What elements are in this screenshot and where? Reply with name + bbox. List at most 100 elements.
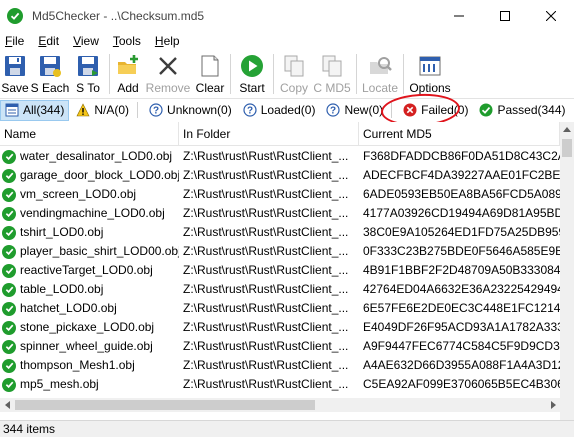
cell-md5: E4049DF26F95ACD93A1A1782A3335... xyxy=(363,320,560,334)
options-icon xyxy=(417,53,443,79)
vertical-scrollbar[interactable] xyxy=(560,122,574,420)
passed-check-icon xyxy=(2,225,16,240)
filter-unknown[interactable]: ? Unknown(0) xyxy=(145,100,236,121)
cell-md5: 4177A03926CD19494A69D81A95BD8... xyxy=(363,206,560,220)
copy-label: Copy xyxy=(279,81,308,95)
cell-name: vendingmachine_LOD0.obj xyxy=(0,204,179,223)
table-row[interactable]: mp5_mesh.obj Z:\Rust\rust\Rust\RustClient… xyxy=(0,375,560,394)
minimize-button[interactable] xyxy=(436,0,482,31)
filter-new-label: New(0) xyxy=(344,103,384,117)
check-icon xyxy=(479,103,493,117)
window-title: Md5Checker - ..\Checksum.md5 xyxy=(32,8,205,23)
question-icon: ? xyxy=(326,103,341,117)
close-button[interactable] xyxy=(528,0,574,31)
menu-file-rest: ile xyxy=(12,33,25,48)
menu-view[interactable]: View xyxy=(70,34,102,48)
save-to-button[interactable]: S To xyxy=(70,50,106,98)
cell-name: spinner_wheel_guide.obj xyxy=(0,337,179,356)
cell-name: vm_screen_LOD0.obj xyxy=(0,185,179,204)
file-name: thompson_Mesh1.obj xyxy=(20,358,135,372)
cell-folder: Z:\Rust\rust\Rust\RustClient_... xyxy=(183,244,349,258)
scroll-left-arrow-icon[interactable] xyxy=(0,398,14,412)
menu-edit[interactable]: Edit xyxy=(35,34,62,48)
save-button[interactable]: Save xyxy=(0,50,30,98)
menu-help-accel: H xyxy=(154,33,164,48)
cell-md5: 42764ED04A6632E36A2322542949424... xyxy=(363,282,560,296)
file-name: tshirt_LOD0.obj xyxy=(20,225,104,239)
table-row[interactable]: tshirt_LOD0.obj Z:\Rust\rust\Rust\RustCli… xyxy=(0,223,560,242)
cell-md5: A9F9447FEC6774C584C5F9D9CD3F1... xyxy=(363,339,560,353)
copy-icon xyxy=(281,53,307,79)
cell-folder: Z:\Rust\rust\Rust\RustClient_... xyxy=(183,225,349,239)
cell-name: tshirt_LOD0.obj xyxy=(0,223,179,242)
table-body: water_desalinator_LOD0.obj Z:\Rust\rust\R… xyxy=(0,147,560,413)
filter-loaded[interactable]: ? Loaded(0) xyxy=(239,100,320,121)
file-name: stone_pickaxe_LOD0.obj xyxy=(20,320,155,334)
cell-md5: 6ADE0593EB50EA8BA56FCD5A0891... xyxy=(363,187,560,201)
cell-name: garage_door_block_LOD0.obj xyxy=(0,166,179,185)
clear-button[interactable]: Clear xyxy=(193,50,227,98)
passed-check-icon xyxy=(2,187,16,202)
horizontal-scrollbar[interactable] xyxy=(0,398,560,412)
question-icon: ? xyxy=(243,103,257,117)
cell-md5: C5EA92AF099E3706065B5EC4B3069... xyxy=(363,377,560,391)
vertical-scroll-thumb[interactable] xyxy=(562,139,572,157)
filter-na[interactable]: N/A(0) xyxy=(72,100,142,121)
table-row[interactable]: reactiveTarget_LOD0.obj Z:\Rust\rust\Rust… xyxy=(0,261,560,280)
add-label: Add xyxy=(117,81,139,95)
passed-check-icon xyxy=(2,339,16,354)
remove-button[interactable]: Remove xyxy=(143,50,193,98)
table-row[interactable]: hatchet_LOD0.obj Z:\Rust\rust\Rust\RustCl… xyxy=(0,299,560,318)
locate-label: Locate xyxy=(361,81,399,95)
filter-passed[interactable]: Passed(344) xyxy=(475,100,569,121)
cell-folder: Z:\Rust\rust\Rust\RustClient_... xyxy=(183,320,349,334)
table-row[interactable]: garage_door_block_LOD0.obj Z:\Rust\rust\R… xyxy=(0,166,560,185)
passed-check-icon xyxy=(2,320,16,335)
file-name: reactiveTarget_LOD0.obj xyxy=(20,263,153,277)
column-header-folder[interactable]: In Folder xyxy=(179,122,359,146)
menu-tools[interactable]: Tools xyxy=(110,34,144,48)
menu-view-rest: iew xyxy=(80,33,99,48)
cell-folder: Z:\Rust\rust\Rust\RustClient_... xyxy=(183,168,349,182)
passed-check-icon xyxy=(2,206,16,221)
cell-name: water_desalinator_LOD0.obj xyxy=(0,147,179,166)
column-header-name[interactable]: Name xyxy=(0,122,179,146)
menu-help[interactable]: Help xyxy=(152,34,183,48)
maximize-button[interactable] xyxy=(482,0,528,31)
add-button[interactable]: Add xyxy=(113,50,143,98)
toolbar-separator xyxy=(230,54,231,94)
copy-md5-button[interactable]: C MD5 xyxy=(311,50,353,98)
table-row[interactable]: vm_screen_LOD0.obj Z:\Rust\rust\Rust\Rust… xyxy=(0,185,560,204)
table-row[interactable]: thompson_Mesh1.obj Z:\Rust\rust\Rust\Rust… xyxy=(0,356,560,375)
save-each-label: S Each xyxy=(30,81,70,95)
menu-edit-rest: dit xyxy=(46,33,60,48)
app-check-icon xyxy=(7,7,23,24)
table-row[interactable]: spinner_wheel_guide.obj Z:\Rust\rust\Rust… xyxy=(0,337,560,356)
cell-folder: Z:\Rust\rust\Rust\RustClient_... xyxy=(183,187,349,201)
filter-all[interactable]: All(344) xyxy=(0,99,70,121)
options-button[interactable]: Options xyxy=(407,50,453,98)
save-to-label: S To xyxy=(76,81,100,95)
options-label: Options xyxy=(409,81,451,95)
table-row[interactable]: stone_pickaxe_LOD0.obj Z:\Rust\rust\Rust\… xyxy=(0,318,560,337)
file-name: player_basic_shirt_LOD00.obj xyxy=(20,244,179,258)
column-header-md5[interactable]: Current MD5 xyxy=(359,122,560,146)
menu-file[interactable]: File xyxy=(2,34,27,48)
cell-folder: Z:\Rust\rust\Rust\RustClient_... xyxy=(183,339,349,353)
filter-unknown-label: Unknown(0) xyxy=(167,103,232,117)
start-button[interactable]: Start xyxy=(234,50,270,98)
menu-view-accel: V xyxy=(73,33,81,48)
table-row[interactable]: water_desalinator_LOD0.obj Z:\Rust\rust\R… xyxy=(0,147,560,166)
scroll-up-arrow-icon[interactable] xyxy=(560,122,574,136)
copy-button[interactable]: Copy xyxy=(277,50,311,98)
table-row[interactable]: player_basic_shirt_LOD00.obj Z:\Rust\rust… xyxy=(0,242,560,261)
horizontal-scroll-thumb[interactable] xyxy=(15,400,315,410)
filter-na-label: N/A(0) xyxy=(94,103,130,117)
table-row[interactable]: vendingmachine_LOD0.obj Z:\Rust\rust\Rust… xyxy=(0,204,560,223)
scroll-right-arrow-icon[interactable] xyxy=(546,398,560,412)
locate-button[interactable]: Locate xyxy=(360,50,400,98)
table-row[interactable]: table_LOD0.obj Z:\Rust\rust\Rust\RustClie… xyxy=(0,280,560,299)
cell-folder: Z:\Rust\rust\Rust\RustClient_... xyxy=(183,282,349,296)
cell-name: reactiveTarget_LOD0.obj xyxy=(0,261,179,280)
save-each-button[interactable]: S Each xyxy=(30,50,70,98)
